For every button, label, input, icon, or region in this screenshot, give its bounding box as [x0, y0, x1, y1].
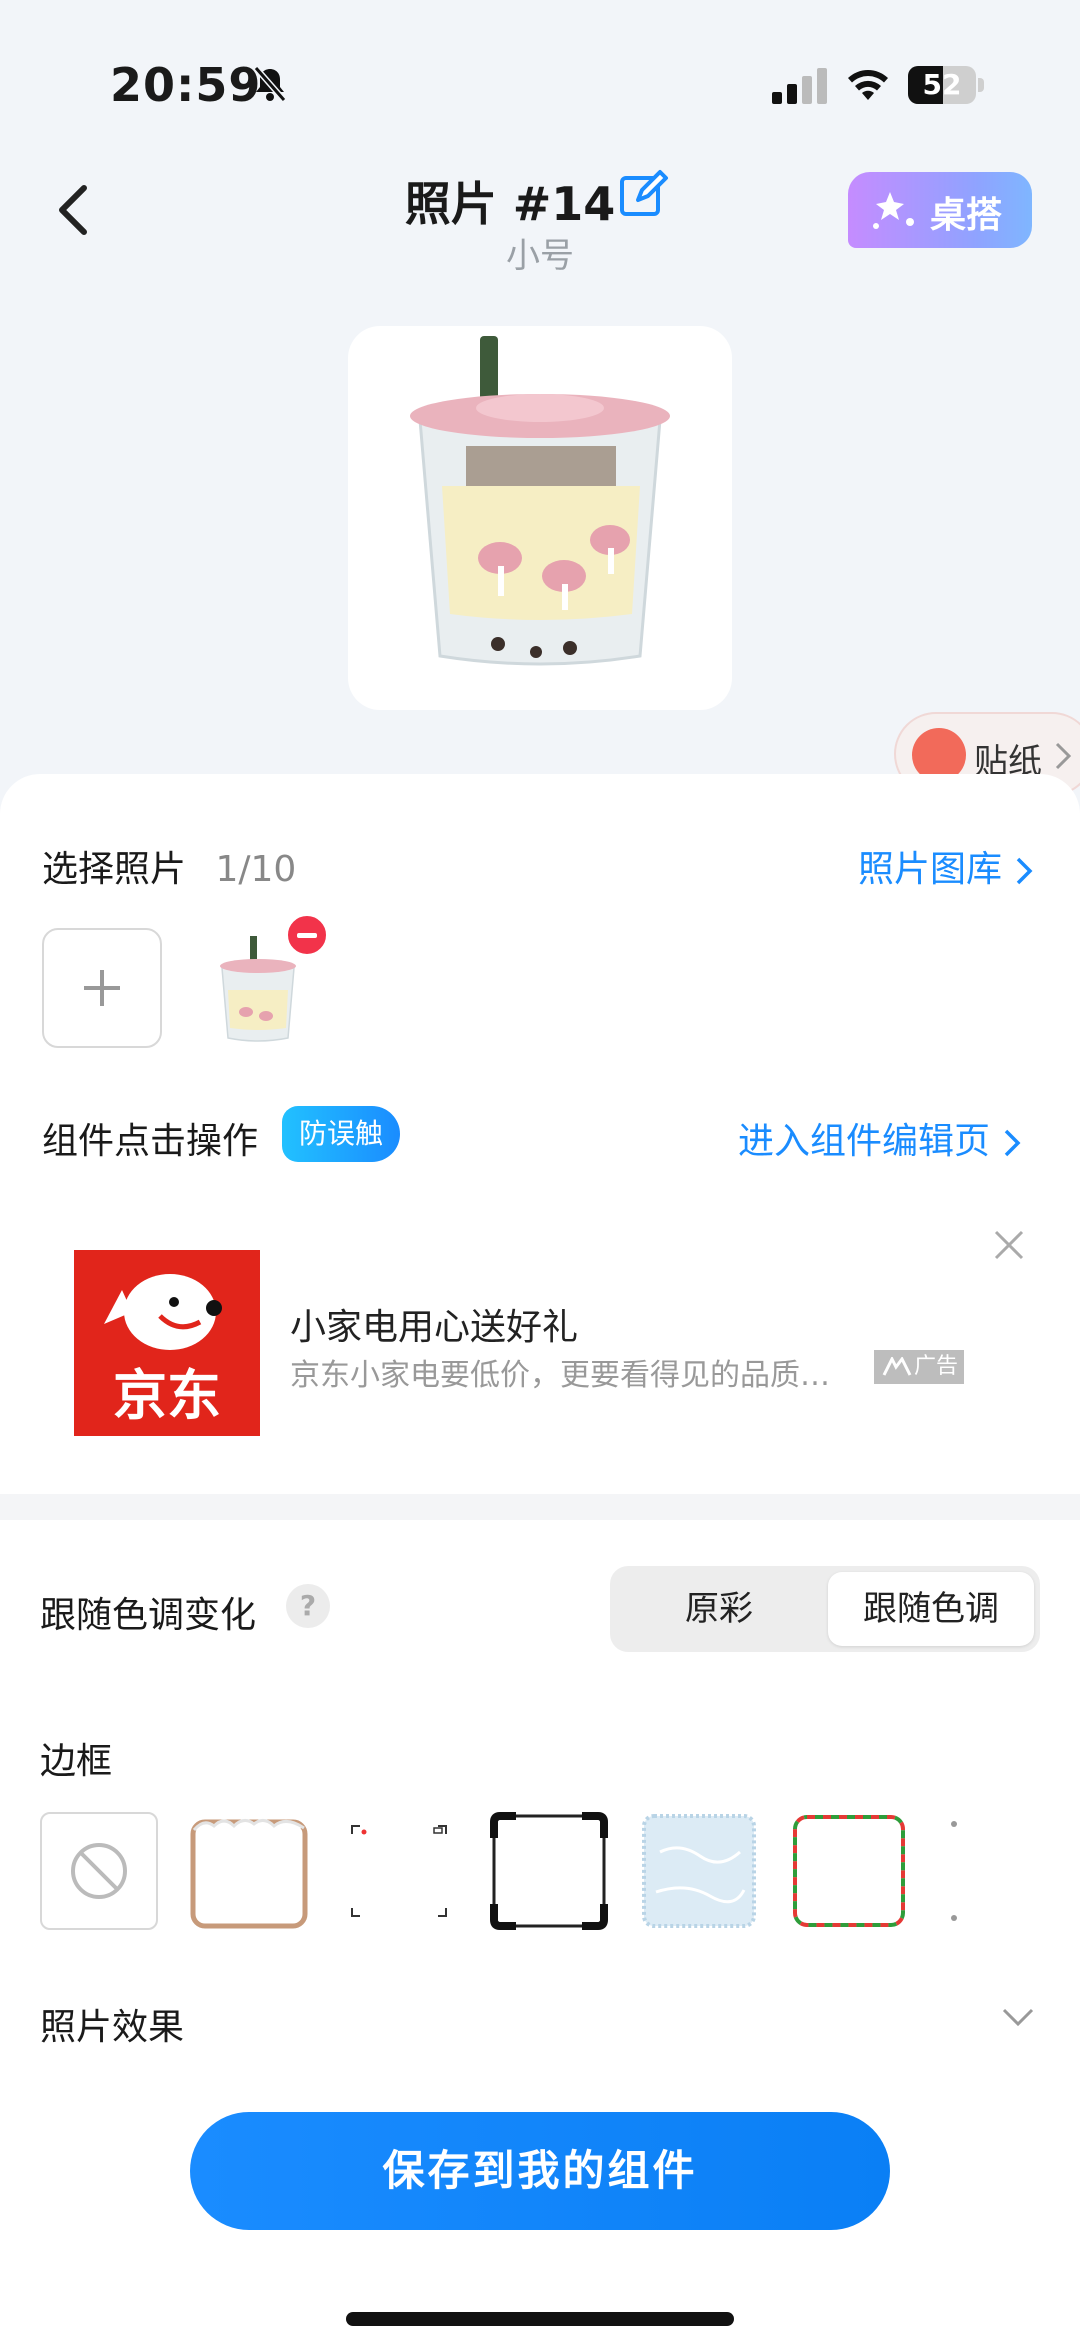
border-option-frosted[interactable]: [640, 1812, 758, 1930]
save-to-widgets-button[interactable]: 保存到我的组件: [190, 2112, 890, 2230]
anti-mistouch-badge: 防误触: [282, 1106, 400, 1162]
edit-icon[interactable]: [618, 168, 670, 220]
chevron-right-icon: [1005, 1129, 1021, 1157]
desktop-button-label: 桌搭: [930, 195, 1003, 236]
page-title: 照片 #14: [404, 177, 616, 231]
silent-bell-icon: [253, 66, 287, 102]
jd-dog-logo: 京东: [104, 1274, 222, 1427]
border-label: 边框: [40, 1741, 113, 1782]
photo-gallery-label: 照片图库: [858, 849, 1003, 890]
photo-preview[interactable]: [348, 326, 732, 710]
tone-option-follow[interactable]: 跟随色调: [828, 1572, 1034, 1646]
border-option-dots[interactable]: [940, 1812, 1010, 1930]
magic-wand-icon: [873, 192, 914, 229]
add-photo-button[interactable]: [42, 928, 162, 1048]
status-time: 20:59: [110, 58, 262, 112]
ad-description[interactable]: 京东小家电要低价，更要看得见的品质…: [290, 1350, 830, 1394]
snow-frame-icon: [190, 1819, 308, 1929]
status-bar: 20:59 52: [0, 0, 1080, 160]
click-action-label: 组件点击操作: [42, 1121, 259, 1162]
plus-icon: [84, 970, 120, 1006]
select-photo-label: 选择照片: [42, 849, 187, 890]
black-corner-frame-icon: [490, 1812, 608, 1930]
wifi-icon: [848, 70, 888, 100]
border-option-snow[interactable]: [190, 1812, 308, 1930]
follow-tone-label: 跟随色调变化: [40, 1595, 257, 1636]
remove-photo-button[interactable]: [284, 912, 330, 958]
photo-count: 1/10: [215, 849, 297, 890]
frosted-frame-icon: [642, 1814, 756, 1928]
chevron-down-icon[interactable]: [1000, 2002, 1036, 2030]
chevron-right-icon: [1017, 857, 1033, 885]
help-icon[interactable]: ?: [286, 1584, 330, 1628]
tone-option-original[interactable]: 原彩: [616, 1572, 822, 1646]
ad-tag-label: 广告: [914, 1354, 959, 1379]
border-none-option[interactable]: [40, 1812, 158, 1930]
ad-title[interactable]: 小家电用心送好礼: [290, 1298, 578, 1350]
bubble-tea-image: [410, 336, 670, 666]
jd-logo-text: 京东: [113, 1364, 221, 1427]
photo-gallery-link[interactable]: 照片图库: [858, 840, 1035, 892]
border-option-black-corners[interactable]: [490, 1812, 608, 1930]
border-option-candy-stripe[interactable]: [790, 1812, 908, 1930]
tone-segmented-control: 原彩 跟随色调: [610, 1566, 1040, 1652]
home-indicator: [346, 2312, 734, 2326]
ad-tag: 广告: [874, 1350, 964, 1384]
candy-stripe-frame-icon: [793, 1815, 905, 1927]
photo-effect-label: 照片效果: [40, 2007, 185, 2048]
prohibited-icon: [71, 1843, 127, 1899]
select-photo-section: 选择照片 1/10: [42, 840, 296, 892]
dots-frame-icon: [951, 1821, 957, 1921]
section-divider: [0, 1494, 1080, 1520]
border-option-camera[interactable]: [340, 1812, 458, 1930]
edit-widget-link[interactable]: 进入组件编辑页: [738, 1112, 1023, 1164]
edit-widget-label: 进入组件编辑页: [738, 1121, 991, 1162]
cellular-signal-icon: [772, 68, 827, 104]
desktop-button[interactable]: 桌搭: [848, 172, 1032, 248]
ad-network-icon: [882, 1357, 912, 1376]
camera-frame-icon: [351, 1825, 447, 1917]
battery-percent: 52: [922, 68, 962, 101]
battery-indicator: 52: [908, 66, 984, 104]
minus-icon: [297, 933, 317, 938]
chevron-right-icon: [1055, 742, 1072, 770]
jd-logo[interactable]: 京东: [74, 1250, 260, 1436]
close-icon[interactable]: [992, 1228, 1026, 1262]
